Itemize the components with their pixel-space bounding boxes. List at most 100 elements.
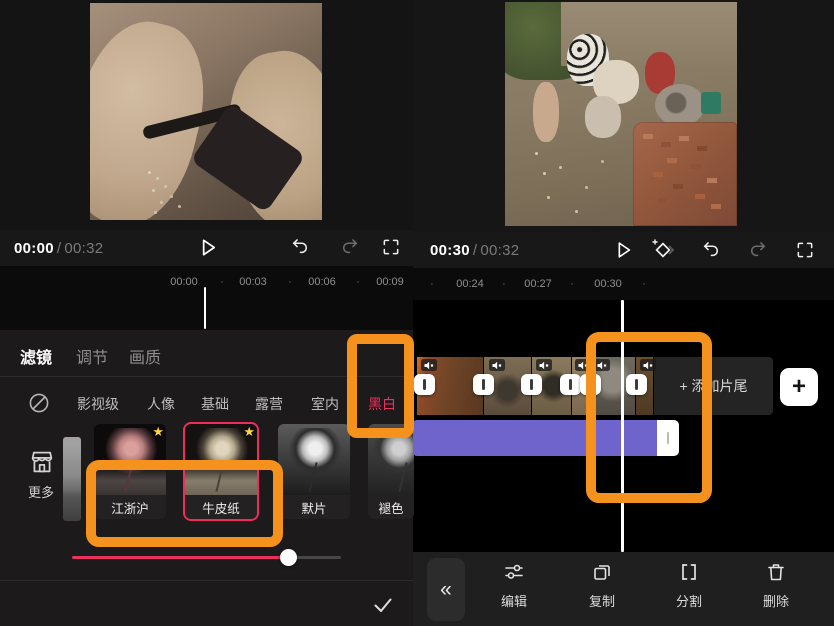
right-redo-button[interactable] — [748, 240, 768, 260]
right-undo-button[interactable] — [701, 240, 721, 260]
add-clip-button[interactable]: + — [780, 368, 818, 406]
ruler-dot: · — [642, 278, 646, 290]
left-fullscreen-button[interactable] — [381, 237, 401, 257]
ruler-dot: · — [502, 278, 506, 290]
left-timeline-ruler[interactable]: 00:00 · 00:03 · 00:06 · 00:09 — [0, 266, 413, 330]
teal-bucket — [701, 92, 721, 114]
collapse-toolbar-button[interactable]: « — [427, 558, 465, 621]
category-portrait[interactable]: 人像 — [147, 394, 175, 414]
ruler-tick: 00:03 — [239, 276, 267, 288]
track-trim-handle[interactable] — [657, 420, 679, 456]
fullscreen-icon — [381, 237, 401, 257]
category-cinematic[interactable]: 影视级 — [77, 394, 119, 414]
clip-muted-icon — [421, 359, 437, 371]
split-brackets-icon — [677, 560, 701, 584]
clip-muted-icon — [640, 359, 656, 371]
toolbar-copy-button[interactable]: 复制 — [570, 560, 634, 610]
copy-icon — [590, 560, 614, 584]
toolbar-label: 分割 — [676, 591, 702, 610]
filter-thumb-tuise[interactable]: 褪色 — [368, 424, 414, 519]
add-ending-button[interactable]: + 添加片尾 — [654, 357, 773, 415]
clip-muted-icon — [536, 359, 552, 371]
ruler-dot: · — [570, 278, 574, 290]
app-screen: 00:00/00:32 00:00 · 00:03 · 00:06 · 00:0… — [0, 0, 834, 626]
speaker-muted-icon — [596, 361, 608, 370]
toolbar-edit-button[interactable]: 编辑 — [482, 560, 546, 610]
stone-pot — [655, 84, 705, 126]
transition-button[interactable] — [414, 374, 435, 395]
slider-knob[interactable] — [280, 549, 297, 566]
left-video-preview[interactable] — [90, 3, 322, 220]
edit-sliders-icon — [502, 560, 526, 584]
ruler-tick: 00:24 — [456, 278, 484, 290]
brick-texture — [643, 134, 653, 139]
fullscreen-icon — [795, 240, 815, 260]
ruler-dot: · — [220, 276, 224, 288]
category-blackwhite[interactable]: 黑白 — [368, 394, 396, 414]
play-icon — [196, 236, 219, 259]
speaker-muted-icon — [642, 361, 654, 370]
ruler-tick: 00:00 — [170, 276, 198, 288]
keyframe-diamond-icon — [650, 237, 676, 263]
tab-quality[interactable]: 画质 — [129, 344, 161, 368]
undo-icon — [701, 240, 721, 260]
ruler-tick: 00:27 — [524, 278, 552, 290]
speaker-muted-icon — [577, 361, 589, 370]
partial-thumbnail[interactable] — [63, 437, 81, 521]
current-time: 00:00 — [14, 240, 54, 257]
toolbar-delete-button[interactable]: 删除 — [744, 560, 808, 610]
play-icon — [612, 239, 634, 261]
bottom-divider — [0, 580, 413, 581]
store-icon — [28, 448, 56, 476]
category-basic[interactable]: 基础 — [201, 394, 229, 414]
filter-thumb-jiangzhehu[interactable]: ★ 江浙沪 — [94, 424, 166, 519]
left-play-button[interactable] — [196, 236, 219, 259]
collapse-chevrons: « — [440, 578, 452, 602]
ruler-dot: · — [356, 276, 360, 288]
current-time: 00:30 — [430, 242, 470, 259]
transition-button[interactable] — [580, 374, 601, 395]
bending-person — [585, 96, 621, 138]
right-video-preview[interactable] — [505, 2, 737, 226]
left-time-display: 00:00/00:32 — [14, 240, 103, 257]
total-time: 00:32 — [480, 242, 519, 259]
add-ending-label: + 添加片尾 — [679, 376, 747, 396]
right-fullscreen-button[interactable] — [795, 240, 815, 260]
filter-intensity-slider-filled[interactable] — [72, 556, 288, 559]
tab-adjust[interactable]: 调节 — [76, 344, 108, 368]
filter-thumb-image: ★ — [185, 424, 257, 495]
confirm-button[interactable] — [371, 593, 395, 617]
right-timeline-ruler[interactable]: · 00:24 · 00:27 · 00:30 · — [413, 268, 834, 300]
keyframe-button[interactable] — [650, 237, 676, 263]
toolbar-split-button[interactable]: 分割 — [657, 560, 721, 610]
ground-stones — [535, 152, 538, 155]
favorite-star-icon: ★ — [243, 424, 255, 440]
filter-store-button[interactable] — [28, 448, 56, 476]
filter-thumb-mopian[interactable]: 默片 — [278, 424, 350, 519]
category-row: 影视级 人像 基础 露营 室内 黑白 — [0, 394, 413, 414]
tab-filters[interactable]: 滤镜 — [20, 344, 52, 368]
right-play-button[interactable] — [612, 239, 634, 261]
category-camping[interactable]: 露营 — [255, 394, 283, 414]
transition-button[interactable] — [560, 374, 581, 395]
store-more-label: 更多 — [28, 482, 54, 501]
right-preview-area — [413, 0, 834, 232]
ruler-dot: · — [288, 276, 292, 288]
transition-button[interactable] — [521, 374, 542, 395]
toolbar-label: 删除 — [763, 591, 789, 610]
left-undo-button[interactable] — [290, 237, 310, 257]
trash-icon — [764, 560, 788, 584]
clip-muted-icon — [594, 359, 610, 371]
filter-thumb-image — [278, 424, 350, 495]
left-redo-button[interactable] — [340, 237, 360, 257]
category-indoor[interactable]: 室内 — [311, 394, 339, 414]
transition-button[interactable] — [626, 374, 647, 395]
favorite-star-icon: ★ — [152, 424, 164, 440]
filter-thumb-niupizhi-selected[interactable]: ★ 牛皮纸 — [185, 424, 257, 519]
redo-icon — [340, 237, 360, 257]
left-playhead[interactable] — [204, 287, 206, 329]
right-playhead[interactable] — [621, 300, 624, 552]
ruler-dot: · — [430, 278, 434, 290]
clip-muted-icon — [575, 359, 591, 371]
transition-button[interactable] — [473, 374, 494, 395]
